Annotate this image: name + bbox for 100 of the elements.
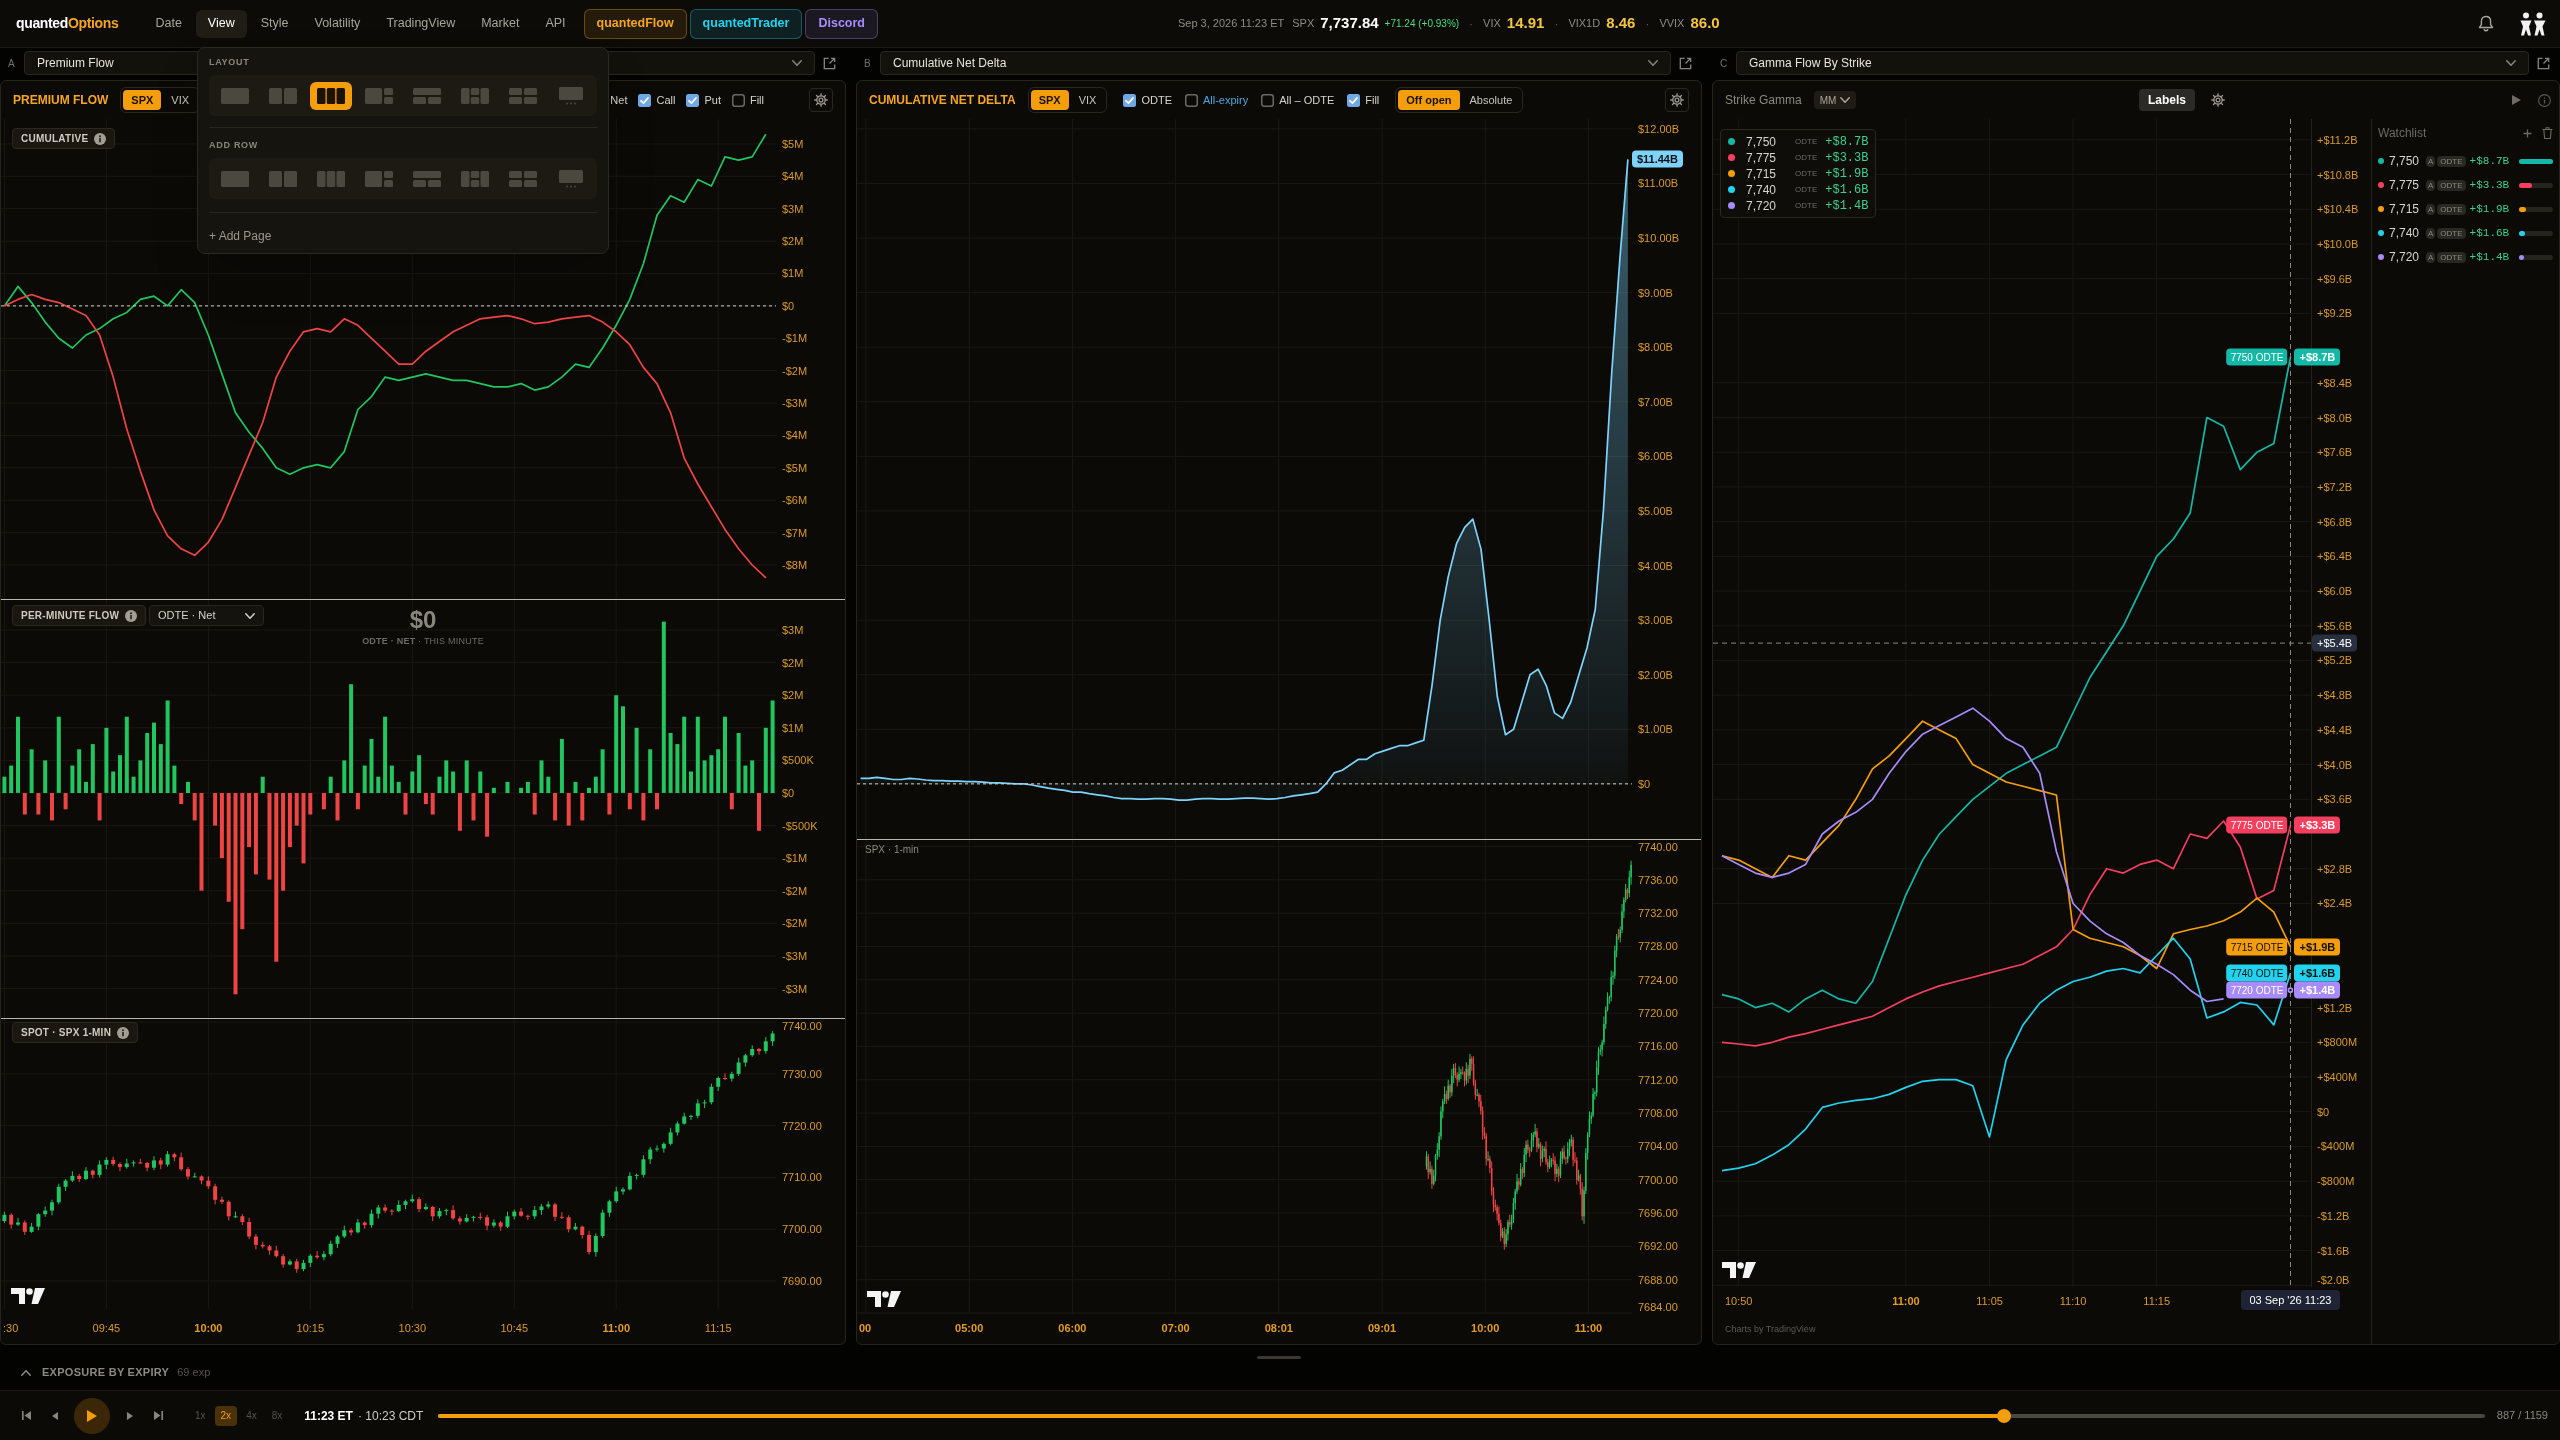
axis-label: +$10.4B [2317, 202, 2359, 216]
candlestick [621, 1186, 626, 1196]
play-icon[interactable] [2512, 95, 2521, 105]
series-tag: 7740 ODTE [2226, 964, 2288, 982]
add-page-button[interactable]: + Add Page [209, 227, 272, 245]
view-select[interactable]: Gamma Flow By Strike [1736, 51, 2529, 75]
bar [260, 776, 265, 793]
app-link[interactable]: quantedFlow [583, 8, 687, 39]
play-button[interactable] [74, 1397, 110, 1434]
toggle-label[interactable]: Fill [1365, 91, 1380, 109]
panel-heading: Strike Gamma [1725, 92, 1802, 109]
watchlist-item[interactable]: 7,715 A ODTE +$1.9B [2378, 202, 2553, 216]
watchlist-item[interactable]: 7,740 A ODTE +$1.6B [2378, 226, 2553, 240]
bar [559, 738, 564, 793]
plus-icon[interactable] [2523, 128, 2532, 138]
axis-label: -$2.0B [2317, 1273, 2350, 1287]
flow-select[interactable]: ODTE · Net [149, 605, 264, 626]
settings-button[interactable] [2209, 91, 2227, 109]
settings-icon [1670, 93, 1684, 107]
watchlist-item[interactable]: 7,750 A ODTE +$8.7B [2378, 154, 2553, 168]
watchlist-item[interactable]: 7,720 A ODTE +$1.4B [2378, 250, 2553, 264]
settings-button[interactable] [1665, 88, 1689, 112]
mode-tab[interactable]: Off open [1398, 90, 1460, 110]
menu-item[interactable]: Volatility [302, 9, 373, 38]
bar [36, 793, 41, 815]
letter-tag: A [2426, 251, 2436, 263]
bar [97, 793, 102, 821]
checkbox[interactable] [731, 93, 745, 107]
strike-label: 7,715 [1746, 165, 1778, 183]
trash-icon[interactable] [2542, 127, 2553, 139]
split-middle-column-icon [461, 169, 489, 188]
bar [233, 793, 238, 995]
external-window-icon[interactable] [2537, 56, 2550, 70]
checkbox[interactable] [1261, 93, 1275, 107]
menu-item[interactable]: Market [469, 9, 532, 38]
candlestick [16, 1217, 20, 1227]
value-label: +$1.4B [1825, 197, 1869, 215]
symbol-tab[interactable]: VIX [1070, 90, 1105, 110]
toggle-label[interactable]: Net [610, 91, 628, 109]
axis-label: -$800M [2317, 1174, 2355, 1188]
bell-icon [2478, 15, 2494, 32]
bar [63, 793, 68, 810]
resize-handle[interactable] [1257, 1356, 1301, 1359]
mode-select[interactable]: MM [1813, 91, 1857, 109]
menu-item[interactable]: API [533, 9, 578, 38]
bar [84, 781, 88, 793]
mode-tab[interactable]: Absolute [1461, 90, 1521, 110]
info-icon[interactable] [2538, 93, 2551, 107]
figures-logo-icon[interactable] [2520, 11, 2546, 36]
axis-label: +$4.8B [2317, 688, 2353, 702]
axis-label: 09:01 [1367, 1322, 1397, 1335]
bar [145, 733, 150, 793]
symbol-tab[interactable]: SPX [123, 90, 162, 110]
chevron-down-icon [1648, 60, 1658, 66]
external-window-icon[interactable] [1679, 56, 1692, 70]
bar [219, 793, 224, 859]
bar [627, 793, 632, 810]
menu-item[interactable]: View [195, 9, 247, 38]
settings-button[interactable] [809, 88, 833, 112]
app-link[interactable]: Discord [805, 8, 878, 39]
skip-to-start-icon[interactable] [22, 1411, 31, 1420]
external-window-icon[interactable] [823, 56, 836, 70]
separator-dot: · [1469, 15, 1474, 33]
toggle-label[interactable]: Fill [749, 91, 764, 109]
bar [471, 793, 476, 821]
playback-slider[interactable] [438, 1408, 2485, 1423]
checkbox[interactable] [1184, 93, 1198, 107]
checkbox[interactable] [686, 93, 700, 107]
toggle-label[interactable]: Call [656, 91, 676, 109]
expiry-count: 69 exp [177, 1365, 211, 1381]
bar [451, 771, 456, 793]
app-link[interactable]: quantedTrader [689, 8, 803, 39]
checkbox[interactable] [1347, 93, 1361, 107]
section-title[interactable]: EXPOSURE BY EXPIRY [42, 1364, 170, 1381]
step-forward-icon[interactable] [127, 1411, 133, 1420]
slider-thumb[interactable] [1996, 1408, 2011, 1423]
series-tag: 7715 ODTE [2226, 938, 2288, 956]
step-back-icon[interactable] [52, 1411, 58, 1420]
skip-to-end-icon[interactable] [154, 1411, 163, 1420]
symbol-tab[interactable]: SPX [1030, 90, 1069, 110]
grid-icon [509, 169, 537, 188]
layout-option[interactable] [310, 81, 352, 110]
speed-option[interactable]: 2x [214, 1405, 238, 1426]
menu-section-label: LAYOUT [209, 57, 251, 68]
watchlist-item[interactable]: 7,775 A ODTE +$3.3B [2378, 178, 2553, 192]
menu-item[interactable]: Date [143, 9, 194, 38]
menu-item[interactable]: TradingView [374, 9, 468, 38]
checkbox[interactable] [1123, 93, 1137, 107]
bar [464, 760, 469, 793]
labels-toggle[interactable]: Labels [2139, 89, 2195, 111]
menu-item[interactable]: Style [248, 9, 301, 38]
checkbox[interactable] [638, 93, 652, 107]
toggle-label[interactable]: All – ODTE [1279, 91, 1335, 109]
axis-label: $0 [782, 299, 795, 313]
toggle-label[interactable]: ODTE [1141, 91, 1172, 109]
view-select[interactable]: Cumulative Net Delta [880, 51, 1671, 75]
symbol-tab[interactable]: VIX [163, 90, 198, 110]
axis-label: -$6M [782, 493, 808, 507]
toggle-label[interactable]: All-expiry [1202, 91, 1249, 109]
toggle-label[interactable]: Put [704, 91, 721, 109]
